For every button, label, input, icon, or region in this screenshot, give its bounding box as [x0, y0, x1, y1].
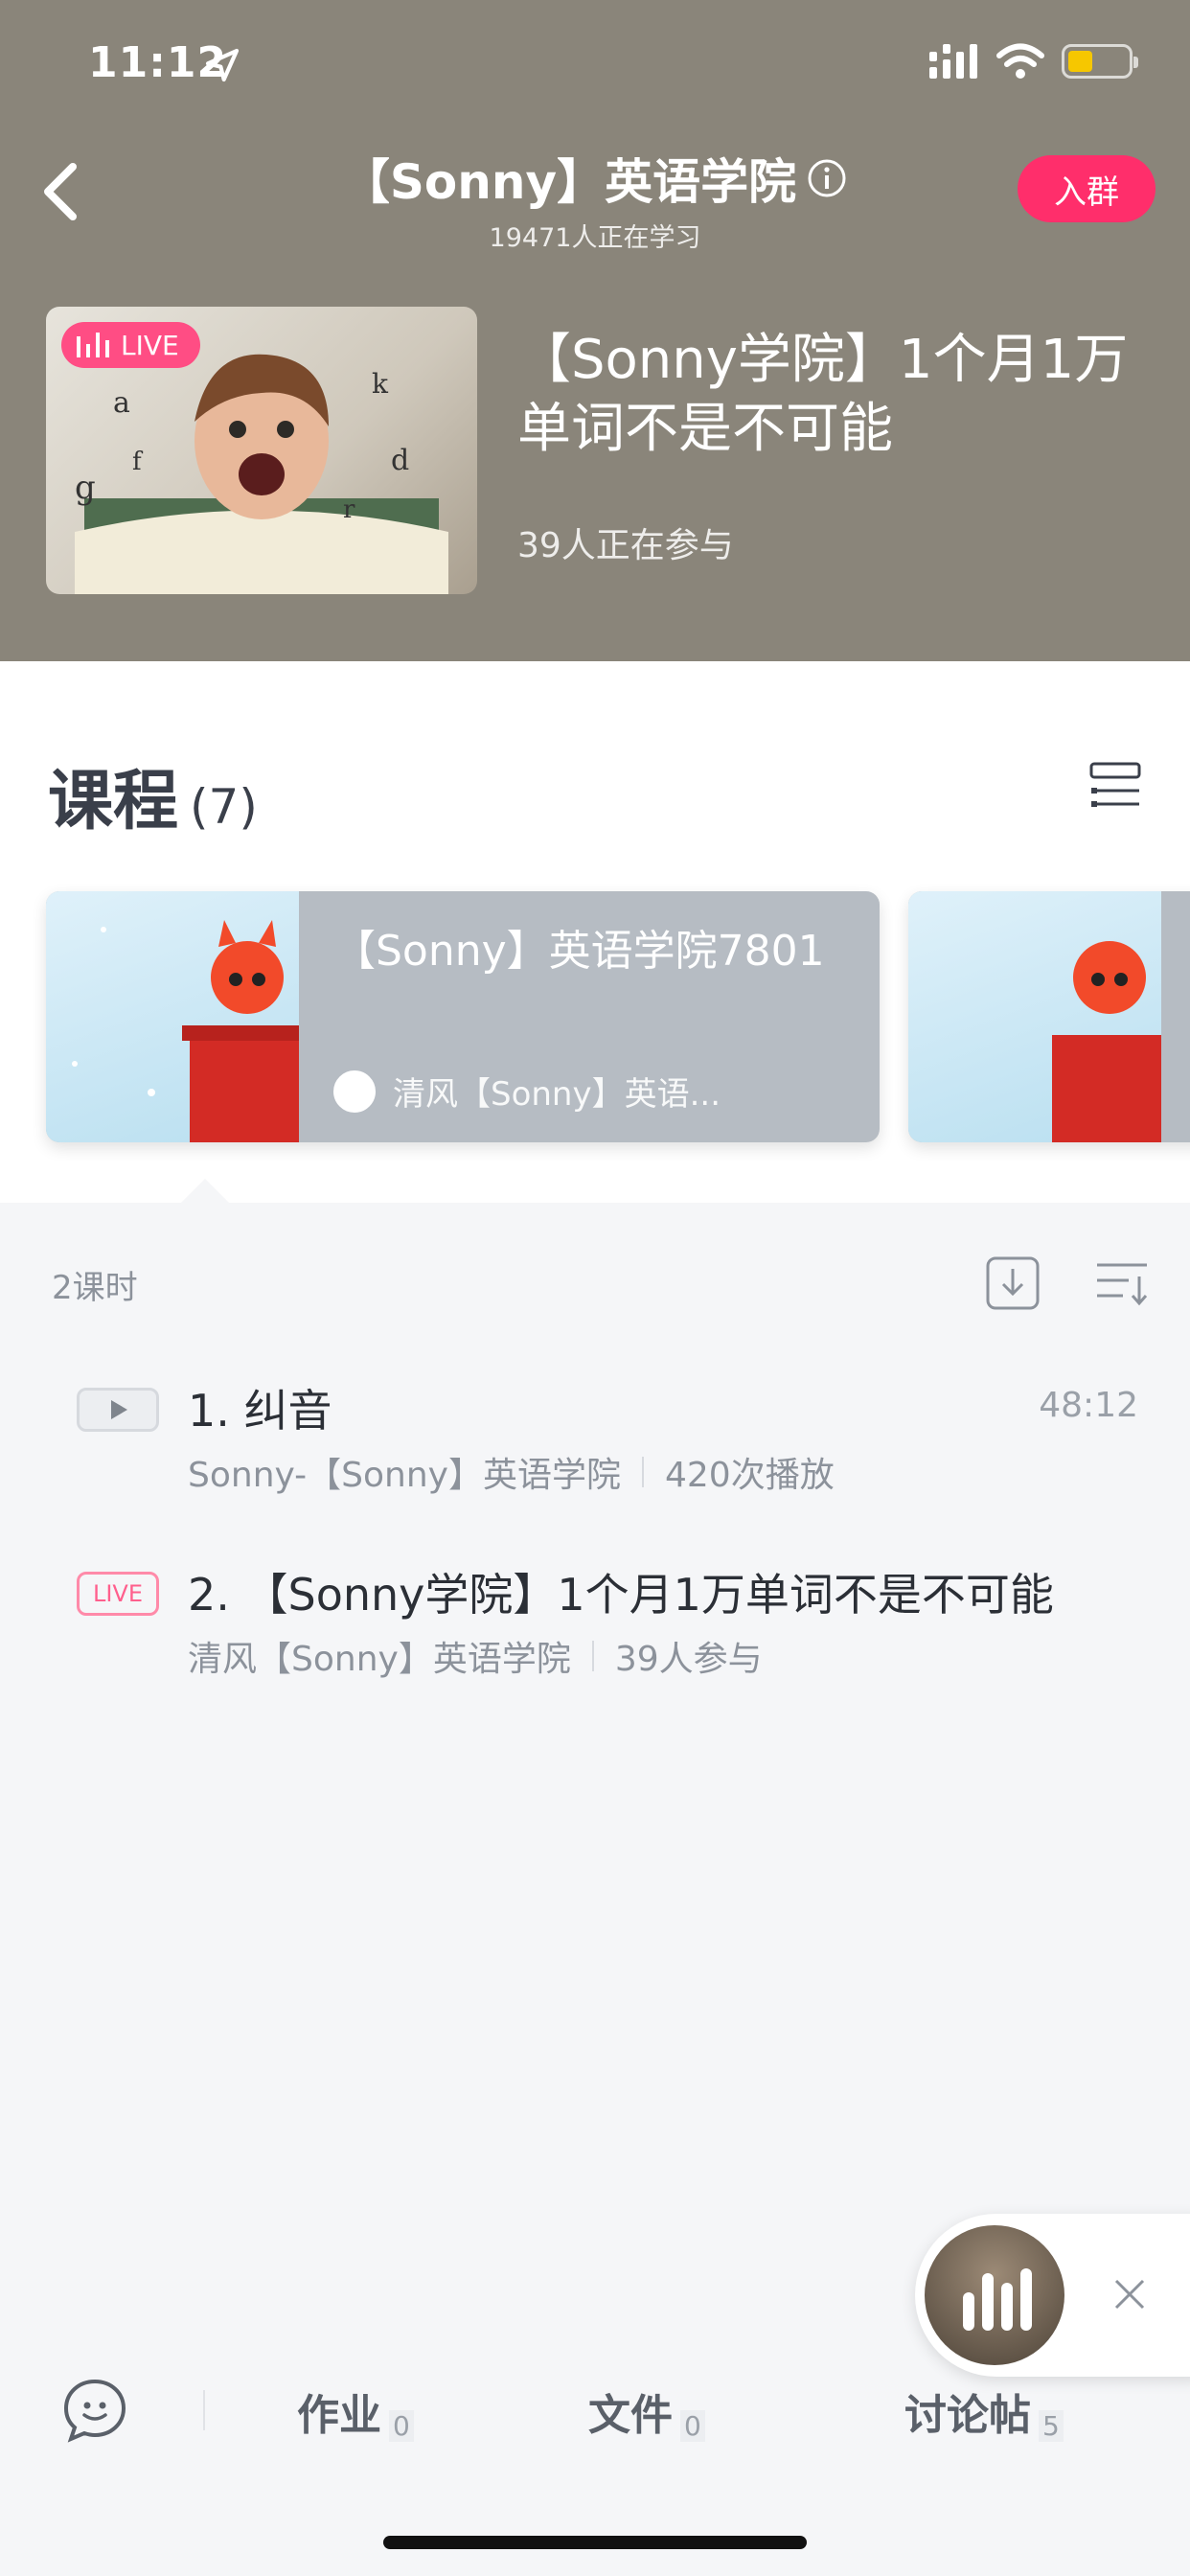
tab-discussions-label: 讨论帖 — [904, 2391, 1031, 2440]
course-heading-label: 课程 — [48, 764, 179, 840]
tab-files-count: 0 — [680, 2410, 705, 2442]
lesson-item[interactable]: 1. 纠音 Sonny-【Sonny】英语学院 420次播放 48:12 — [0, 1370, 1190, 1514]
live-bars-icon — [77, 333, 109, 357]
live-session-title[interactable]: 【Sonny学院】1个月1万单词不是不可能 — [517, 326, 1159, 464]
author-avatar — [333, 1070, 376, 1113]
tab-files-label: 文件 — [588, 2391, 673, 2440]
group-header: 11:12 【Sonny】英语学院 19471人正在学习 入群 a k f d … — [0, 0, 1190, 661]
lesson-play-count: 420次播放 — [665, 1456, 835, 1495]
sort-icon[interactable] — [1094, 1257, 1150, 1309]
info-icon[interactable] — [806, 157, 848, 199]
tab-discussions-count: 5 — [1039, 2410, 1064, 2442]
lesson-duration: 48:12 — [1039, 1386, 1138, 1425]
course-selection-pointer — [180, 1179, 230, 1204]
bottom-tab-bar: 作业 0 文件 0 讨论帖 5 — [0, 2358, 1190, 2463]
svg-text:k: k — [372, 368, 389, 400]
course-cover-illustration — [72, 920, 299, 1142]
course-section: 课程 (7) 【Sonny】英语学院7801 清风【Sonny】英语... — [0, 661, 1190, 1204]
status-indicators — [929, 42, 1138, 80]
audio-bars-icon — [963, 2268, 1032, 2331]
lesson-author: Sonny-【Sonny】英语学院 — [188, 1456, 621, 1495]
lesson-title: 1. 纠音 — [188, 1385, 332, 1437]
tab-files[interactable]: 文件 0 — [588, 2380, 705, 2442]
wifi-icon — [996, 43, 1044, 79]
lesson-title: 2. 【Sonny学院】1个月1万单词不是不可能 — [188, 1569, 1054, 1621]
tab-discussions[interactable]: 讨论帖 5 — [904, 2380, 1064, 2442]
home-indicator[interactable] — [383, 2536, 807, 2549]
lesson-meta: 清风【Sonny】英语学院 39人参与 — [188, 1631, 763, 1681]
nav-bar: 【Sonny】英语学院 19471人正在学习 入群 — [0, 134, 1190, 253]
course-card-next[interactable] — [908, 891, 1190, 1142]
chat-icon[interactable] — [61, 2377, 128, 2444]
live-thumbnail[interactable]: a k f d g e r LIVE — [46, 307, 477, 594]
lesson-participant-count: 39人参与 — [614, 1640, 763, 1679]
course-cover-image — [908, 891, 1161, 1142]
mini-player[interactable] — [915, 2214, 1190, 2377]
lesson-meta: Sonny-【Sonny】英语学院 420次播放 — [188, 1447, 835, 1497]
live-participant-count: 39人正在参与 — [517, 526, 734, 565]
course-cover-image — [46, 891, 299, 1142]
svg-text:r: r — [343, 495, 355, 524]
course-card[interactable]: 【Sonny】英语学院7801 清风【Sonny】英语... — [46, 891, 880, 1142]
course-card-author: 清风【Sonny】英语... — [333, 1068, 721, 1115]
course-heading: 课程 (7) — [48, 748, 258, 842]
lesson-item[interactable]: LIVE 2. 【Sonny学院】1个月1万单词不是不可能 清风【Sonny】英… — [0, 1554, 1190, 1698]
meta-divider — [591, 1641, 594, 1671]
status-bar: 11:12 — [0, 0, 1190, 126]
live-badge-label: LIVE — [121, 329, 179, 361]
lessons-toolbar: 2课时 — [0, 1246, 1190, 1322]
lesson-count: 2课时 — [52, 1269, 138, 1307]
group-title[interactable]: 【Sonny】英语学院 — [342, 144, 848, 213]
download-icon[interactable] — [985, 1255, 1041, 1311]
list-view-icon[interactable] — [1088, 761, 1142, 815]
location-arrow-icon — [205, 48, 240, 82]
join-group-button[interactable]: 入群 — [1018, 155, 1156, 222]
course-cover-illustration — [1052, 941, 1161, 1142]
svg-text:g: g — [75, 469, 96, 507]
group-learner-count: 19471人正在学习 — [489, 223, 701, 253]
live-tag: LIVE — [77, 1572, 159, 1616]
tab-divider — [203, 2390, 205, 2430]
course-card-author-name: 清风【Sonny】英语... — [393, 1075, 721, 1114]
svg-text:d: d — [391, 444, 409, 477]
play-icon — [77, 1388, 159, 1432]
play-triangle — [111, 1400, 127, 1419]
course-card-title: 【Sonny】英语学院7801 — [333, 927, 825, 976]
close-icon[interactable] — [1107, 2271, 1153, 2317]
back-arrow-icon[interactable] — [34, 161, 92, 222]
meta-divider — [642, 1457, 644, 1487]
battery-icon — [1062, 44, 1138, 79]
svg-text:a: a — [113, 386, 130, 420]
group-title-text: 【Sonny】英语学院 — [341, 154, 797, 210]
svg-text:f: f — [132, 448, 144, 476]
mini-player-avatar[interactable] — [925, 2225, 1064, 2365]
tab-homework-count: 0 — [389, 2410, 414, 2442]
tab-homework-label: 作业 — [297, 2391, 381, 2440]
lesson-author: 清风【Sonny】英语学院 — [188, 1640, 571, 1679]
group-title-block: 【Sonny】英语学院 19471人正在学习 — [287, 144, 903, 254]
tab-homework[interactable]: 作业 0 — [297, 2380, 414, 2442]
battery-level — [1068, 51, 1093, 72]
course-count: (7) — [190, 779, 258, 835]
signal-icon — [929, 44, 977, 79]
live-badge: LIVE — [61, 322, 200, 368]
